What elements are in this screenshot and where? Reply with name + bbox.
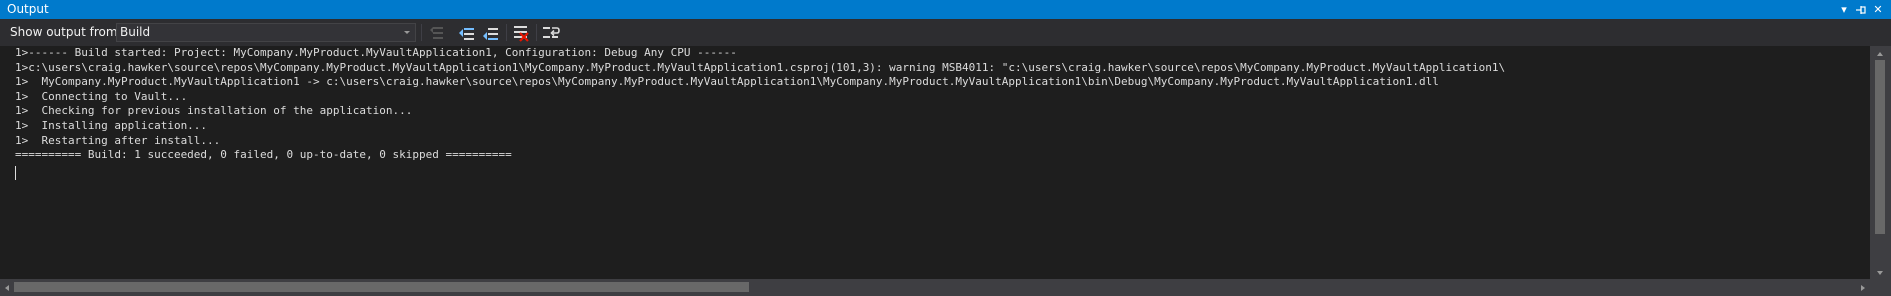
go-to-next-message-icon[interactable]	[480, 22, 502, 44]
toggle-word-wrap-icon[interactable]	[540, 22, 562, 44]
scroll-down-icon[interactable]	[1873, 265, 1887, 279]
output-window: Output ▾ ✕ Show output from: Build 1>---…	[0, 0, 1891, 296]
text-caret	[15, 166, 16, 180]
scroll-right-icon[interactable]	[1856, 280, 1870, 294]
auto-hide-pin-icon[interactable]	[1853, 0, 1869, 19]
toolbar-separator	[506, 24, 507, 41]
scroll-left-icon[interactable]	[0, 280, 14, 294]
output-text-area[interactable]: 1>------ Build started: Project: MyCompa…	[0, 46, 1870, 279]
output-source-value: Build	[120, 25, 151, 39]
window-title: Output	[7, 2, 49, 16]
title-bar: Output ▾ ✕	[0, 0, 1891, 19]
horizontal-scroll-thumb[interactable]	[14, 282, 749, 292]
chevron-down-icon	[401, 24, 413, 41]
close-icon[interactable]: ✕	[1870, 0, 1886, 19]
show-output-from-label: Show output from:	[10, 25, 122, 39]
go-to-previous-message-icon[interactable]	[427, 22, 449, 44]
window-position-dropdown-icon[interactable]: ▾	[1836, 0, 1852, 19]
toolbar-separator	[421, 24, 422, 41]
output-line: 1>c:\users\craig.hawker\source\repos\MyC…	[15, 60, 1506, 74]
output-line: 1> Installing application...	[15, 118, 208, 132]
output-line: 1> Restarting after install...	[15, 133, 221, 147]
output-line: 1> Connecting to Vault...	[15, 89, 188, 103]
output-source-select[interactable]: Build	[116, 23, 416, 42]
output-line: 1> MyCompany.MyProduct.MyVaultApplicatio…	[15, 75, 1439, 89]
vertical-scrollbar[interactable]	[1870, 46, 1891, 279]
find-message-in-code-icon[interactable]	[456, 22, 478, 44]
scrollbar-corner	[1870, 279, 1891, 296]
output-line: 1> Checking for previous installation of…	[15, 104, 413, 118]
toolbar-separator	[536, 24, 537, 41]
clear-all-icon[interactable]	[510, 22, 532, 44]
scroll-up-icon[interactable]	[1873, 46, 1887, 60]
output-toolbar: Show output from: Build	[0, 19, 1891, 46]
horizontal-scrollbar[interactable]	[0, 279, 1870, 296]
vertical-scroll-thumb[interactable]	[1875, 60, 1885, 234]
output-line: ========== Build: 1 succeeded, 0 failed,…	[15, 148, 512, 162]
output-line: 1>------ Build started: Project: MyCompa…	[15, 46, 737, 59]
